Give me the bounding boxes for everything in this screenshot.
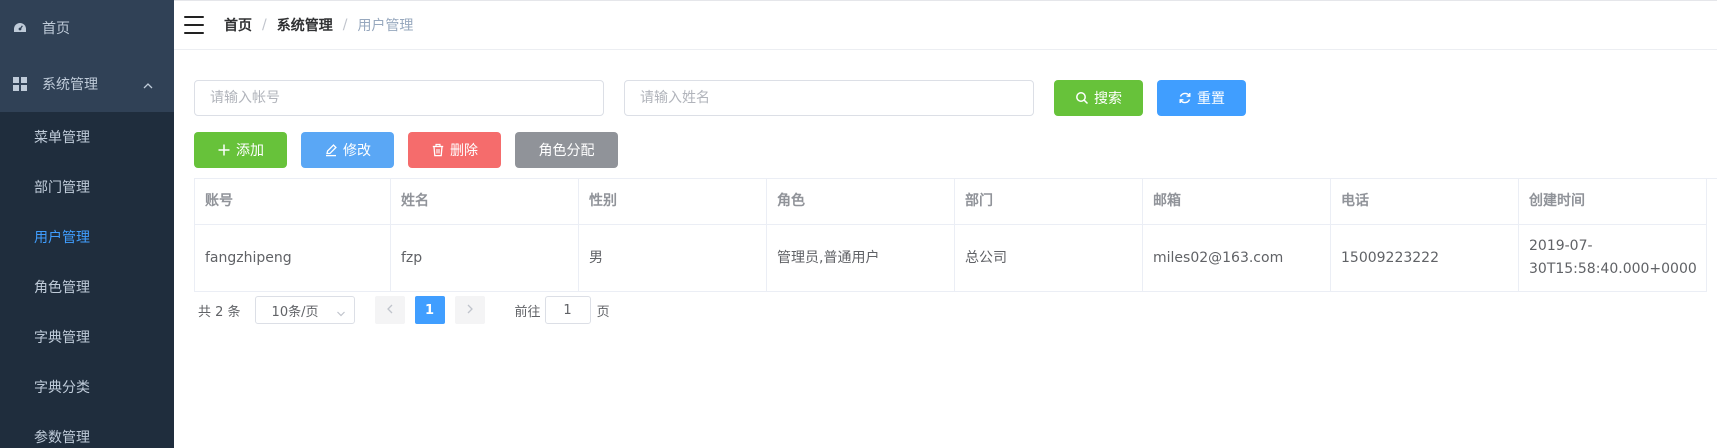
sidebar-group-label: 系统管理 — [42, 77, 98, 93]
column-header[interactable]: 邮箱 — [1143, 179, 1331, 225]
next-page-button[interactable] — [454, 296, 485, 324]
page-body: 搜索 重置 添加 修改 删除 角色分配 — [174, 50, 1717, 324]
sidebar-item-label: 参数管理 — [34, 430, 90, 446]
column-header[interactable]: 创建时间 — [1519, 179, 1707, 225]
delete-button[interactable]: 删除 — [408, 132, 501, 168]
chevron-left-icon — [386, 303, 394, 318]
edit-button-label: 修改 — [343, 143, 371, 159]
sidebar-item-label: 字典分类 — [34, 380, 90, 396]
sidebar-item-dict[interactable]: 字典管理 — [0, 312, 174, 362]
breadcrumb-item-system[interactable]: 系统管理 — [277, 15, 333, 35]
name-search-input[interactable] — [624, 80, 1034, 116]
search-button[interactable]: 搜索 — [1054, 80, 1143, 116]
reset-button[interactable]: 重置 — [1157, 80, 1246, 116]
action-toolbar: 添加 修改 删除 角色分配 — [194, 132, 1697, 168]
chevron-down-icon — [336, 307, 346, 317]
breadcrumb-item-home[interactable]: 首页 — [224, 15, 252, 35]
navbar: 首页 / 系统管理 / 用户管理 — [174, 0, 1717, 50]
sidebar-item-dept[interactable]: 部门管理 — [0, 162, 174, 212]
prev-page-button[interactable] — [374, 296, 405, 324]
assign-role-button-label: 角色分配 — [538, 143, 595, 159]
table-row[interactable]: fangzhipeng fzp 男 管理员,普通用户 总公司 miles02@1… — [195, 225, 1717, 292]
assign-role-button[interactable]: 角色分配 — [515, 132, 618, 168]
add-button[interactable]: 添加 — [194, 132, 287, 168]
account-search-input[interactable] — [194, 80, 604, 116]
column-header[interactable]: 角色 — [767, 179, 955, 225]
add-button-label: 添加 — [236, 143, 264, 159]
goto-unit-label: 页 — [596, 304, 610, 320]
table-header-row: 账号 姓名 性别 角色 部门 邮箱 电话 创建时间 — [195, 179, 1717, 225]
user-table: 账号 姓名 性别 角色 部门 邮箱 电话 创建时间 fangzhipeng fz… — [194, 178, 1717, 292]
column-header[interactable]: 性别 — [579, 179, 767, 225]
search-bar: 搜索 重置 — [194, 80, 1697, 116]
sidebar-item-label: 菜单管理 — [34, 130, 90, 146]
breadcrumb: 首页 / 系统管理 / 用户管理 — [224, 15, 413, 35]
page-number-current[interactable]: 1 — [414, 296, 445, 324]
edit-button[interactable]: 修改 — [301, 132, 394, 168]
page-size-value: 10条/页 — [271, 304, 319, 320]
refresh-icon — [1178, 91, 1192, 105]
search-button-label: 搜索 — [1094, 91, 1122, 107]
main-content: 首页 / 系统管理 / 用户管理 搜索 重置 添加 — [174, 0, 1717, 448]
column-header[interactable]: 姓名 — [391, 179, 579, 225]
sidebar-item-user[interactable]: 用户管理 — [0, 212, 174, 262]
grid-icon — [12, 76, 28, 92]
sidebar-item-params[interactable]: 参数管理 — [0, 412, 174, 448]
table-cell: 15009223222 — [1331, 225, 1519, 292]
sidebar-item-label: 字典管理 — [34, 330, 90, 346]
column-header[interactable]: 电话 — [1331, 179, 1519, 225]
page-size-select[interactable]: 10条/页 — [254, 296, 355, 324]
pagination: 共 2 条 10条/页 1 前往 页 — [194, 296, 1697, 324]
goto-page-input[interactable] — [544, 296, 591, 324]
table-cell: fzp — [391, 225, 579, 292]
column-header[interactable]: 账号 — [195, 179, 391, 225]
breadcrumb-separator: / — [262, 17, 267, 33]
table-cell: 2019-07-30T15:58:40.000+0000 — [1519, 225, 1707, 292]
sidebar-item-menu[interactable]: 菜单管理 — [0, 112, 174, 162]
column-header[interactable]: 部门 — [955, 179, 1143, 225]
edit-icon — [324, 143, 338, 157]
sidebar-submenu: 菜单管理 部门管理 用户管理 角色管理 字典管理 字典分类 参数管理 — [0, 112, 174, 448]
sidebar-item-label: 用户管理 — [34, 230, 90, 246]
sidebar-item-dict-type[interactable]: 字典分类 — [0, 362, 174, 412]
goto-label: 前往 — [514, 304, 541, 320]
trash-icon — [431, 143, 445, 157]
sidebar-group-system[interactable]: 系统管理 — [0, 56, 174, 112]
search-icon — [1075, 91, 1089, 105]
chevron-up-icon — [142, 78, 154, 89]
table-cell: 管理员,普通用户 — [767, 225, 955, 292]
chevron-right-icon — [466, 303, 474, 318]
plus-icon — [217, 143, 231, 157]
dashboard-icon — [12, 20, 28, 36]
sidebar-item-label: 部门管理 — [34, 180, 90, 196]
table-cell: fangzhipeng — [195, 225, 391, 292]
sidebar: 首页 系统管理 菜单管理 部门管理 用户管理 角色管理 字典管理 字典分类 参数… — [0, 0, 174, 448]
breadcrumb-separator: / — [342, 17, 348, 33]
sidebar-item-home[interactable]: 首页 — [0, 0, 174, 56]
breadcrumb-item-current: 用户管理 — [357, 18, 414, 34]
table-cell: miles02@163.com — [1143, 225, 1331, 292]
delete-button-label: 删除 — [450, 143, 478, 159]
hamburger-icon[interactable] — [184, 16, 204, 34]
sidebar-item-role[interactable]: 角色管理 — [0, 262, 174, 312]
reset-button-label: 重置 — [1197, 91, 1225, 107]
sidebar-item-label: 角色管理 — [34, 280, 90, 296]
sidebar-item-label: 首页 — [42, 21, 70, 37]
table-cell: 男 — [579, 225, 767, 292]
table-cell: 总公司 — [955, 225, 1143, 292]
pagination-total: 共 2 条 — [198, 304, 241, 320]
